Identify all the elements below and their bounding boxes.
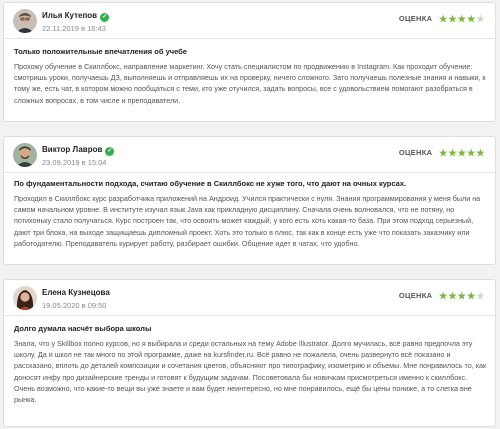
star-filled-icon: ★ [457,148,467,159]
star-filled-icon: ★ [438,291,448,302]
review-date: 23.09.2019 в 15:04 [42,158,107,167]
star-empty-icon: ★ [476,14,485,25]
review-card: Илья Кутепов ✓ 22.11.2019 в 16:43 ОЦЕНКА ★… [3,2,496,122]
review-text: Прохожу обучение в Скиллбокс, направлени… [14,62,486,105]
star-filled-icon: ★ [448,291,458,302]
review-title: Долго думала насчёт выбора школы [14,324,152,333]
rating-stars: ★★★★★ [438,291,485,302]
author-name[interactable]: Илья Кутепов [42,11,97,20]
review-header: Елена Кузнецова 19.05.2020 в 09:50 ОЦЕНК… [4,280,495,316]
author-name[interactable]: Елена Кузнецова [42,288,110,297]
star-filled-icon: ★ [466,291,476,302]
avatar[interactable] [13,9,37,33]
star-filled-icon: ★ [448,148,458,159]
review-card: Елена Кузнецова 19.05.2020 в 09:50 ОЦЕНК… [3,279,496,427]
verified-check-icon: ✓ [105,147,115,156]
rating-label: ОЦЕНКА [398,14,433,23]
review-title: Только положительные впечатления об учеб… [14,47,187,56]
rating-stars: ★★★★★ [438,14,485,25]
review-card: Виктор Лавров ✓ 23.09.2019 в 15:04 ОЦЕНКА… [3,136,496,265]
rating-label: ОЦЕНКА [398,291,433,300]
review-header: Виктор Лавров ✓ 23.09.2019 в 15:04 ОЦЕНКА… [4,137,495,173]
review-header: Илья Кутепов ✓ 22.11.2019 в 16:43 ОЦЕНКА ★… [4,3,495,39]
rating-stars: ★★★★★ [438,148,485,159]
author-name[interactable]: Виктор Лавров [42,145,102,154]
rating: ОЦЕНКА ★★★★★ [399,291,485,301]
star-filled-icon: ★ [457,14,467,25]
author-name-line: Виктор Лавров ✓ [42,145,115,156]
avatar[interactable] [13,286,37,310]
rating-label: ОЦЕНКА [398,148,433,157]
review-date: 19.05.2020 в 09:50 [42,301,107,310]
star-filled-icon: ★ [476,148,485,159]
author-name-line: Елена Кузнецова [42,288,110,297]
star-filled-icon: ★ [438,14,448,25]
star-filled-icon: ★ [466,14,476,25]
review-date: 22.11.2019 в 16:43 [42,24,106,33]
review-title: По фундаментальности подхода, считаю обу… [14,179,407,188]
rating: ОЦЕНКА ★★★★★ [399,14,485,24]
verified-check-icon: ✓ [100,13,110,22]
star-filled-icon: ★ [457,291,467,302]
star-empty-icon: ★ [476,291,485,302]
star-filled-icon: ★ [438,148,448,159]
rating: ОЦЕНКА ★★★★★ [399,148,485,158]
review-text: Знала, что у Skillbox полно курсов, но я… [14,339,487,405]
star-filled-icon: ★ [466,148,476,159]
author-name-line: Илья Кутепов ✓ [42,11,110,22]
avatar[interactable] [13,143,37,167]
star-filled-icon: ★ [448,14,458,25]
review-text: Проходил в Скиллбокс курс разработчика п… [14,194,481,248]
